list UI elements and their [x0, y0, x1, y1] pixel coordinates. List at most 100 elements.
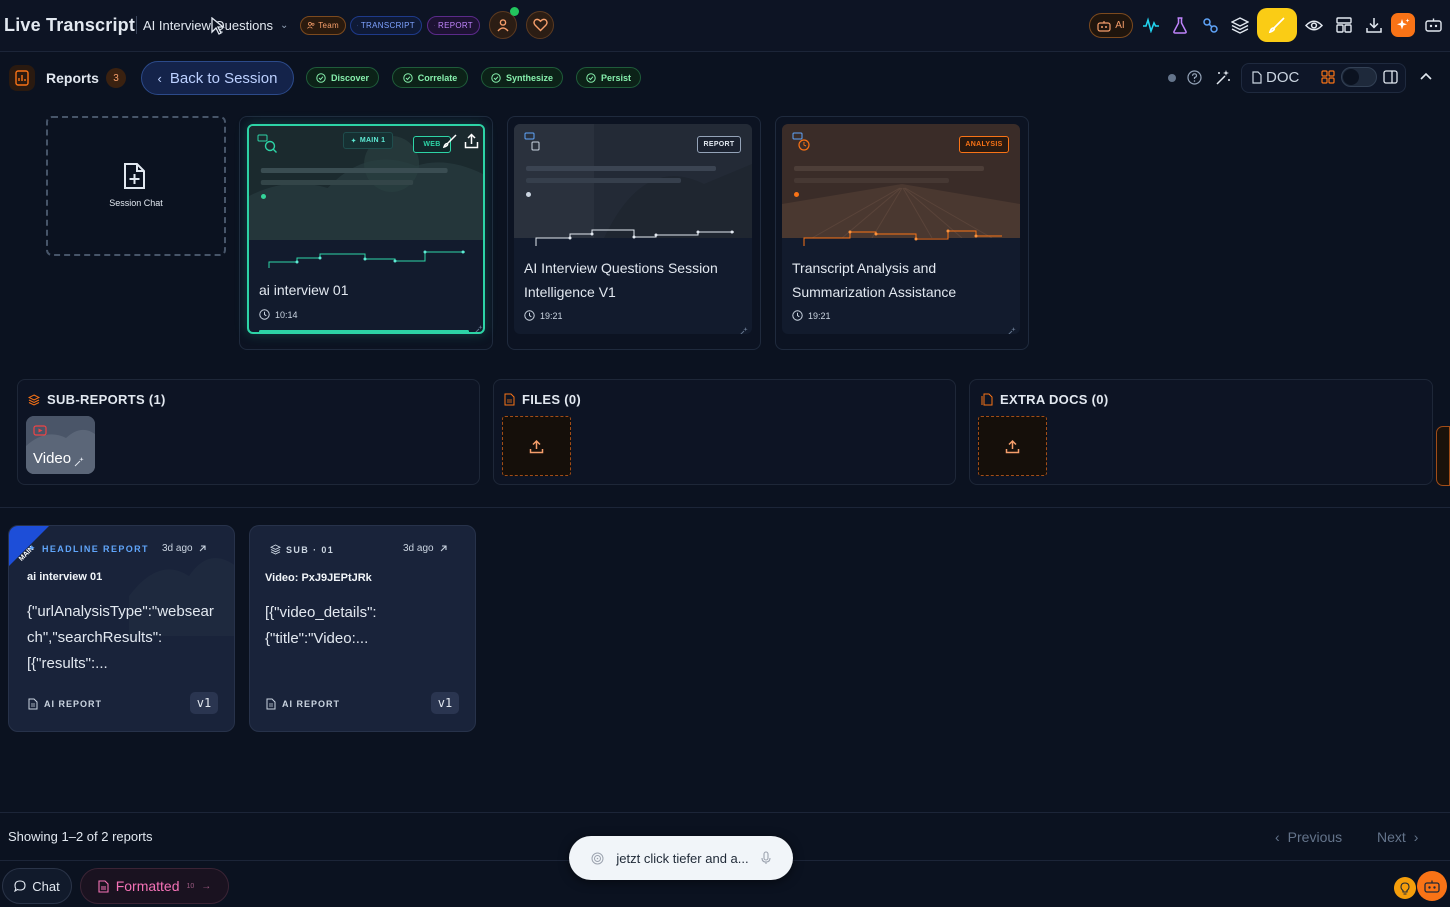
sparkle-icon: ✦ — [28, 543, 37, 553]
doc-view-button[interactable]: DOC — [1252, 69, 1299, 86]
layers-icon — [270, 544, 281, 555]
waveform-graphic — [535, 229, 734, 246]
team-icon — [307, 22, 315, 29]
robot-icon — [1097, 20, 1111, 32]
main-tag: ✦ MAIN 1 — [343, 132, 393, 149]
chat-bubble-icon — [14, 880, 26, 892]
sparkles-icon — [1397, 18, 1410, 30]
magic-wand-icon[interactable] — [1215, 69, 1232, 86]
activity-icon — [1143, 17, 1159, 33]
report-age: 3d ago — [403, 543, 448, 554]
preview-line: {"title":"Video:... — [265, 630, 369, 647]
team-pill-label: Team — [318, 21, 339, 30]
external-link-icon[interactable] — [439, 544, 448, 553]
flask-icon — [1173, 16, 1187, 34]
chevron-left-icon: ‹ — [1275, 829, 1280, 845]
report-type: AI REPORT — [28, 698, 102, 710]
formatted-button[interactable]: Formatted 10 → — [80, 868, 229, 904]
layout-button[interactable] — [1332, 13, 1356, 37]
back-to-session-button[interactable]: ‹ Back to Session — [141, 61, 294, 95]
sub-reports-title: SUB-REPORTS (1) — [28, 392, 166, 407]
check-circle-icon — [586, 72, 596, 83]
share-icon[interactable] — [464, 133, 479, 149]
chevron-up-icon[interactable] — [1420, 72, 1432, 80]
status-dot — [526, 192, 531, 197]
ai-assistant-pill[interactable]: AI — [1089, 13, 1133, 38]
previous-page-button[interactable]: ‹ Previous — [1275, 829, 1342, 845]
session-card-1[interactable]: ✦ MAIN 1 WEB ai interview 01 10:14 — [247, 124, 485, 334]
layers-icon — [1231, 16, 1249, 34]
chevron-down-icon[interactable]: ⌄ — [280, 20, 288, 31]
chat-button-label: Chat — [32, 878, 60, 894]
document-icon — [1252, 71, 1262, 84]
extra-docs-upload-button[interactable] — [978, 416, 1047, 476]
session-card-3[interactable]: ANALYSIS Transcript Analysis and Summari… — [782, 124, 1020, 334]
magic-wand-icon — [74, 457, 84, 467]
tips-button[interactable] — [1394, 877, 1416, 899]
magic-button[interactable] — [1391, 13, 1415, 37]
sidebar-panel-icon[interactable] — [1383, 70, 1398, 84]
activity-button[interactable] — [1139, 13, 1163, 37]
microphone-icon[interactable] — [761, 851, 771, 865]
external-link-icon[interactable] — [198, 544, 207, 553]
main-tag-label: MAIN 1 — [359, 137, 386, 144]
report-pill-label: REPORT — [438, 21, 473, 30]
fingerprint-icon — [591, 852, 604, 864]
document-icon — [98, 879, 109, 893]
layers-button[interactable] — [1228, 13, 1252, 37]
session-card-title: Transcript Analysis and Summarization As… — [792, 260, 957, 300]
transcript-pill[interactable]: TRANSCRIPT — [350, 16, 422, 35]
assistant-button[interactable] — [1417, 871, 1447, 901]
step-label: Correlate — [417, 72, 458, 83]
version-badge: v1 — [431, 692, 459, 714]
report-type: AI REPORT — [266, 698, 340, 710]
magic-wand-icon — [475, 325, 483, 332]
report-preview: [{"video_details": {"title":"Video:... — [265, 600, 377, 652]
report-age: 3d ago — [162, 543, 207, 554]
session-title[interactable]: AI Interview Questions — [143, 18, 273, 33]
integrations-button[interactable] — [1198, 13, 1222, 37]
files-title-label: FILES (0) — [522, 392, 582, 407]
file-plus-icon — [124, 163, 145, 189]
step-label: Discover — [330, 72, 370, 83]
document-icon — [524, 132, 540, 151]
extra-docs-title: EXTRA DOCS (0) — [981, 392, 1108, 407]
favorite-button[interactable] — [526, 11, 554, 39]
grid-icon[interactable] — [1321, 70, 1335, 84]
chevron-right-icon: › — [1413, 829, 1419, 845]
download-button[interactable] — [1362, 13, 1386, 37]
session-card-2[interactable]: REPORT AI Interview Questions Session In… — [514, 124, 752, 334]
next-page-button[interactable]: Next › — [1377, 829, 1418, 845]
sparkle-icon: ✦ — [350, 137, 357, 145]
report-preview: {"urlAnalysisType":"websear ch","searchR… — [27, 599, 214, 677]
report-pill[interactable]: REPORT — [427, 16, 480, 35]
formatted-button-label: Formatted — [115, 878, 180, 894]
sparkle-icon — [434, 25, 435, 26]
waveform-graphic — [268, 250, 465, 268]
report-label: SUB · 01 — [270, 544, 334, 555]
step-discover[interactable]: Discover — [306, 67, 379, 88]
step-correlate[interactable]: Correlate — [392, 67, 468, 88]
lab-button[interactable] — [1168, 13, 1192, 37]
report-label-text: HEADLINE REPORT — [41, 543, 149, 554]
annotate-button[interactable] — [1257, 8, 1297, 42]
files-upload-button[interactable] — [502, 416, 571, 476]
preview-button[interactable] — [1302, 13, 1326, 37]
more-tools-button[interactable] — [1421, 13, 1445, 37]
report-type-label: AI REPORT — [44, 699, 103, 709]
ai-pill-label: AI — [1115, 20, 1125, 31]
progress-bar — [259, 330, 469, 332]
step-synthesize[interactable]: Synthesize — [481, 67, 563, 88]
chat-button[interactable]: Chat — [2, 868, 72, 904]
voice-input-bar[interactable]: jetzt click tiefer and a... — [569, 836, 793, 880]
reports-title: Reports — [46, 70, 99, 86]
step-persist[interactable]: Persist — [576, 67, 641, 88]
help-icon[interactable] — [1187, 70, 1202, 85]
team-pill[interactable]: Team — [300, 16, 346, 35]
brush-icon[interactable] — [442, 133, 458, 149]
report-type-label: AI REPORT — [282, 699, 341, 709]
side-drawer-handle[interactable] — [1436, 426, 1450, 486]
report-tag: REPORT — [697, 136, 741, 153]
pagination-summary: Showing 1–2 of 2 reports — [8, 829, 153, 844]
upload-icon — [1005, 439, 1020, 453]
